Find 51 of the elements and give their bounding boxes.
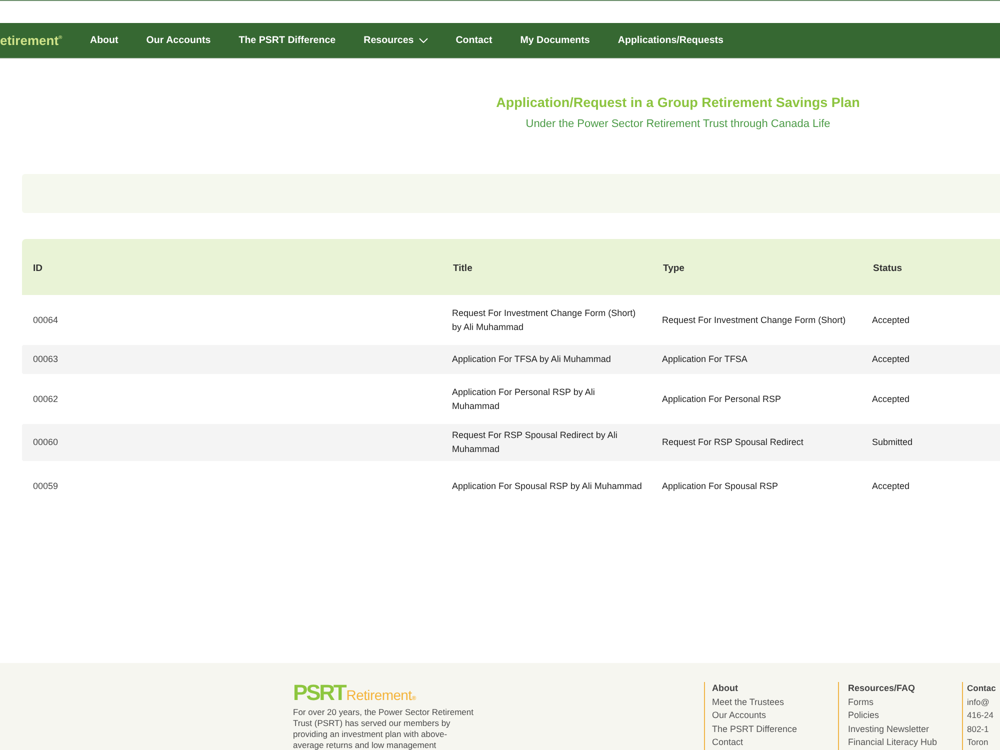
footer-link[interactable]: Investing Newsletter [848, 722, 962, 736]
nav-link[interactable]: Our Accounts [146, 34, 211, 46]
table-cell-text: 00064 [32, 314, 60, 326]
nav-link[interactable]: Applications/Requests [618, 34, 724, 46]
table-cell-text: Accepted [871, 353, 911, 366]
nav-link[interactable]: The PSRT Difference [238, 34, 336, 46]
nav-dropdown[interactable]: Resources [364, 34, 428, 46]
page-title: Application/Request in a Group Retirement Savings Plan [496, 94, 860, 112]
column-header: Status [872, 262, 904, 274]
table-cell-text: Application For Spousal RSP by Ali Muhammad [451, 480, 642, 492]
table-cell-text: Accepted [871, 314, 911, 326]
footer-heading: About [712, 682, 739, 695]
table-cell-text: Request For Investment Change Form (Short) by Ali Muhammad [451, 306, 637, 334]
footer-link[interactable]: info@ [967, 696, 1000, 709]
nav-link[interactable]: About [90, 34, 118, 46]
footer-link[interactable]: 416-24 [967, 709, 1000, 722]
chevron-down-icon [418, 38, 428, 42]
table-cell-text: Request For Investment Change Form (Short) [661, 314, 847, 326]
table-cell-text: Accepted [871, 392, 911, 406]
footer-link[interactable]: Our Accounts [712, 709, 838, 722]
footer-link[interactable]: Contact [712, 736, 838, 750]
footer-link[interactable]: Meet the Trustees [712, 696, 838, 709]
footer-link[interactable]: Financial Literacy Hub [848, 736, 962, 750]
table-cell-text: Application For TFSA [661, 353, 748, 366]
footer-heading: Contac [967, 682, 997, 695]
footer-link[interactable]: 802-1 [967, 722, 1000, 736]
table-cell-text: Submitted [871, 436, 914, 449]
table-cell-text: 00059 [32, 480, 60, 492]
column-header: Type [662, 262, 686, 274]
footer-description: For over 20 years, the Power Sector Retirement Trust (PSRT) has served our members by providing an investment plan with above-average returns and low management [293, 707, 474, 750]
footer-link[interactable]: Forms [848, 696, 962, 709]
nav-link[interactable]: Contact [456, 34, 492, 46]
table-cell-text: Application For Personal RSP by Ali Muhammad [451, 386, 596, 412]
table-cell-text: Request For RSP Spousal Redirect [661, 436, 804, 449]
footer-heading: Resources/FAQ [848, 682, 916, 695]
footer-link[interactable]: Toron [967, 736, 1000, 750]
table-cell-text: 00060 [32, 436, 60, 449]
table-cell-text: Accepted [871, 480, 911, 492]
nav-link[interactable]: My Documents [520, 34, 590, 46]
column-header: Title [452, 262, 474, 274]
table-cell-text: Request For RSP Spousal Redirect by Ali Muhammad [451, 429, 618, 456]
table-cell-text: Application For TFSA by Ali Muhammad [451, 353, 612, 366]
table-cell-text: Application For Personal RSP [661, 392, 782, 406]
footer-link[interactable]: The PSRT Difference [712, 722, 838, 736]
table-cell-text: Application For Spousal RSP [661, 480, 780, 492]
footer-link[interactable]: Policies [848, 709, 962, 722]
table-cell-text: 00062 [32, 392, 60, 406]
page-subtitle: Under the Power Sector Retirement Trust through Canada Life [526, 116, 830, 130]
table-cell-text: 00063 [32, 353, 60, 366]
column-header: ID [32, 262, 44, 274]
site-logo[interactable]: etirement$^{®}$ [0, 32, 66, 48]
